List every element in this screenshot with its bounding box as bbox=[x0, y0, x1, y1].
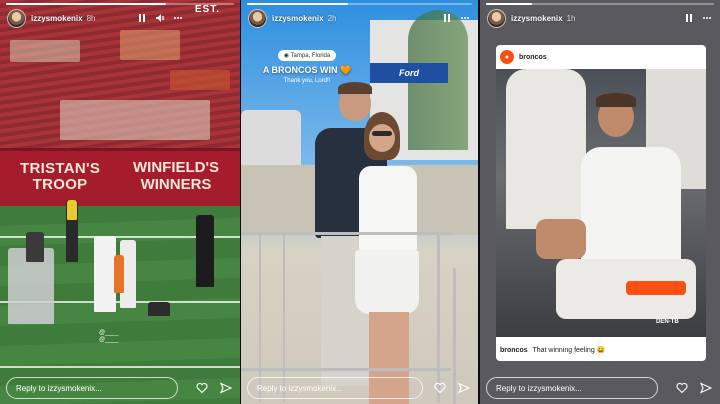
story-progress-bar bbox=[486, 3, 714, 5]
reply-input[interactable]: Reply to izzysmokenix... bbox=[486, 377, 658, 399]
mention-tag[interactable]: @____ bbox=[99, 337, 118, 344]
story-caption: A BRONCOS WIN 🧡 bbox=[262, 65, 352, 75]
vest bbox=[67, 200, 77, 220]
story-header: izzysmokenix 8h bbox=[7, 8, 232, 28]
shared-account-name[interactable]: broncos bbox=[519, 54, 547, 61]
crowd-group bbox=[170, 70, 230, 90]
orange-stripe bbox=[626, 281, 686, 295]
username[interactable]: izzysmokenix bbox=[31, 14, 83, 23]
story-header: izzysmokenix 2h bbox=[248, 8, 470, 28]
shared-post-card[interactable]: ● broncos DEN-TB broncos That winning fe… bbox=[496, 45, 706, 361]
yard-line bbox=[0, 366, 240, 368]
banner-right-line: WINFIELD'S bbox=[133, 159, 220, 176]
caption-username[interactable]: broncos bbox=[500, 347, 528, 354]
jersey-text: DEN-TB bbox=[656, 319, 679, 325]
story-progress-bar bbox=[6, 3, 234, 5]
send-icon[interactable] bbox=[700, 382, 712, 394]
username[interactable]: izzysmokenix bbox=[272, 14, 324, 23]
man-hair bbox=[338, 82, 372, 94]
heart-icon[interactable] bbox=[434, 382, 446, 394]
more-icon[interactable] bbox=[702, 13, 712, 23]
progress-fill bbox=[6, 3, 166, 5]
post-time: 1h bbox=[566, 13, 576, 23]
banner-left-text: TRISTAN'S TROOP bbox=[20, 161, 100, 193]
staff-figure bbox=[26, 232, 44, 262]
username[interactable]: izzysmokenix bbox=[511, 14, 563, 23]
crowd-group bbox=[10, 40, 80, 62]
mention-tags[interactable]: @____ @____ bbox=[99, 330, 118, 344]
avatar[interactable] bbox=[248, 8, 267, 28]
pause-icon[interactable] bbox=[137, 13, 147, 23]
barricade-rail bbox=[241, 368, 451, 371]
caption-text: That winning feeling 😀 bbox=[532, 347, 606, 354]
more-icon[interactable] bbox=[460, 13, 470, 23]
ford-sign: Ford bbox=[370, 63, 448, 83]
banner-right-line: WINNERS bbox=[140, 176, 212, 193]
barricade-rail bbox=[241, 232, 451, 235]
story-panel-2[interactable]: Ford ◉ Tampa, Florida A BRONCOS WIN 🧡 Th… bbox=[241, 0, 478, 404]
banner-left-line: TRISTAN'S bbox=[20, 160, 101, 177]
pause-icon[interactable] bbox=[684, 13, 694, 23]
barricade-bar bbox=[437, 232, 440, 402]
equipment bbox=[148, 302, 170, 316]
staff-figure bbox=[196, 215, 214, 287]
story-progress-bar bbox=[247, 3, 472, 5]
caption-sticker: ◉ Tampa, Florida A BRONCOS WIN 🧡 Thank y… bbox=[257, 44, 357, 84]
mute-icon[interactable] bbox=[155, 13, 165, 23]
banner-right-text: WINFIELD'S WINNERS bbox=[133, 159, 219, 193]
send-icon[interactable] bbox=[458, 382, 470, 394]
crowd-group bbox=[60, 100, 210, 140]
heart-icon[interactable] bbox=[196, 382, 208, 394]
shared-post-caption: broncos That winning feeling 😀 bbox=[500, 346, 605, 354]
reply-input[interactable]: Reply to izzysmokenix... bbox=[247, 377, 423, 399]
sunglasses bbox=[372, 131, 392, 136]
broncos-logo-icon: ● bbox=[500, 50, 514, 64]
reply-input[interactable]: Reply to izzysmokenix... bbox=[6, 377, 178, 399]
player-hair bbox=[596, 93, 636, 107]
woman-face bbox=[369, 124, 395, 152]
post-time: 2h bbox=[327, 13, 337, 23]
player-figure bbox=[94, 236, 116, 312]
send-icon[interactable] bbox=[220, 382, 232, 394]
avatar[interactable] bbox=[487, 8, 506, 28]
shared-post-header: ● broncos bbox=[496, 45, 706, 69]
story-panel-3[interactable]: ● broncos DEN-TB broncos That winning fe… bbox=[480, 0, 720, 404]
shared-post-photo: DEN-TB bbox=[496, 69, 706, 337]
pause-icon[interactable] bbox=[442, 13, 452, 23]
background-player bbox=[506, 69, 586, 229]
avatar[interactable] bbox=[7, 8, 26, 28]
crowd-group bbox=[120, 30, 180, 60]
story-panel-1[interactable]: EST. TRISTAN'S TROOP WINFIELD'S WINNERS … bbox=[0, 0, 240, 404]
banner-left-line: TROOP bbox=[32, 176, 88, 193]
more-icon[interactable] bbox=[173, 13, 183, 23]
player-jersey bbox=[581, 147, 681, 267]
location-text: Tampa, Florida bbox=[290, 53, 331, 59]
location-sticker[interactable]: ◉ Tampa, Florida bbox=[277, 50, 337, 61]
progress-fill bbox=[247, 3, 349, 5]
post-time: 8h bbox=[86, 13, 96, 23]
story-header: izzysmokenix 1h bbox=[487, 8, 712, 28]
mention-tag[interactable]: @____ bbox=[99, 330, 118, 337]
orange-jersey bbox=[114, 255, 124, 293]
progress-fill bbox=[486, 3, 532, 5]
heart-icon[interactable] bbox=[676, 382, 688, 394]
bus bbox=[241, 110, 301, 170]
player-arm bbox=[536, 219, 586, 259]
fan-banner: TRISTAN'S TROOP WINFIELD'S WINNERS bbox=[0, 148, 240, 209]
